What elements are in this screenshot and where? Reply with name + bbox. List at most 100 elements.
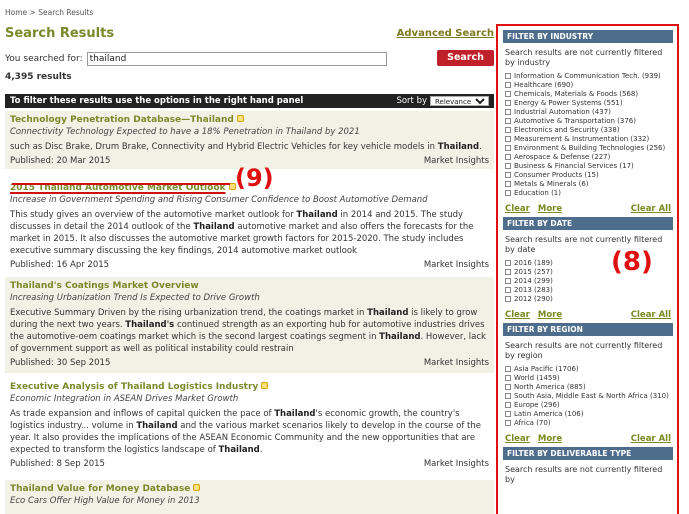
region-filter-option[interactable]: Europe (296) bbox=[503, 401, 673, 410]
industry-filter-option[interactable]: Metals & Minerals (6) bbox=[503, 180, 673, 189]
search-label: You searched for: bbox=[5, 54, 83, 64]
industry-filter-option[interactable]: Measurement & Instrumentation (332) bbox=[503, 135, 673, 144]
checkbox[interactable] bbox=[505, 127, 511, 133]
clear-all-link[interactable]: Clear All bbox=[631, 204, 671, 214]
main-content: Home > Search Results Search Results Adv… bbox=[0, 0, 494, 514]
checkbox[interactable] bbox=[505, 172, 511, 178]
date-filter-option[interactable]: 2013 (283) bbox=[503, 286, 673, 295]
option-label: 2016 (189) bbox=[514, 259, 553, 267]
result-subtitle: Increase in Government Spending and Risi… bbox=[10, 195, 428, 205]
result-item: Technology Penetration Database—Thailand… bbox=[5, 111, 494, 169]
result-footer: Published: 30 Sep 2015 Market Insights bbox=[10, 357, 489, 369]
industry-filter-option[interactable]: Automotive & Transportation (376) bbox=[503, 117, 673, 126]
region-filter-option[interactable]: Latin America (106) bbox=[503, 410, 673, 419]
option-label: Asia Pacific (1706) bbox=[514, 365, 579, 373]
checkbox[interactable] bbox=[505, 145, 511, 151]
checkbox[interactable] bbox=[505, 163, 511, 169]
more-link[interactable]: More bbox=[538, 310, 562, 320]
lock-icon bbox=[261, 382, 269, 389]
checkbox[interactable] bbox=[505, 296, 511, 302]
lock-icon bbox=[193, 484, 201, 491]
more-link[interactable]: More bbox=[538, 434, 562, 444]
checkbox[interactable] bbox=[505, 366, 511, 372]
industry-filter-option[interactable]: Aerospace & Defense (227) bbox=[503, 153, 673, 162]
date-filter-option[interactable]: 2012 (290) bbox=[503, 295, 673, 304]
result-item: Executive Analysis of Thailand Logistics… bbox=[5, 378, 494, 476]
result-title[interactable]: Executive Analysis of Thailand Logistics… bbox=[10, 382, 258, 392]
result-subtitle: Increasing Urbanization Trend Is Expecte… bbox=[10, 293, 260, 303]
filter-deliverable-heading: FILTER BY DELIVERABLE TYPE bbox=[503, 447, 673, 460]
checkbox[interactable] bbox=[505, 154, 511, 160]
checkbox[interactable] bbox=[505, 287, 511, 293]
clear-all-link[interactable]: Clear All bbox=[631, 310, 671, 320]
option-label: Industrial Automation (437) bbox=[514, 108, 611, 116]
checkbox[interactable] bbox=[505, 411, 511, 417]
filter-region-heading: FILTER BY REGION bbox=[503, 323, 673, 336]
filter-deliverable-note: Search results are not currently filtere… bbox=[505, 465, 663, 484]
option-label: Africa (70) bbox=[514, 419, 551, 427]
checkbox[interactable] bbox=[505, 260, 511, 266]
checkbox[interactable] bbox=[505, 82, 511, 88]
region-filter-option[interactable]: South Asia, Middle East & North Africa (… bbox=[503, 392, 673, 401]
option-label: South Asia, Middle East & North Africa (… bbox=[514, 392, 669, 400]
industry-filter-option[interactable]: Consumer Products (15) bbox=[503, 171, 673, 180]
industry-filter-option[interactable]: Business & Financial Services (17) bbox=[503, 162, 673, 171]
checkbox[interactable] bbox=[505, 181, 511, 187]
search-row: You searched for: bbox=[5, 52, 387, 66]
result-title[interactable]: Technology Penetration Database—Thailand bbox=[10, 115, 234, 125]
checkbox[interactable] bbox=[505, 100, 511, 106]
checkbox[interactable] bbox=[505, 384, 511, 390]
region-filter-option[interactable]: Asia Pacific (1706) bbox=[503, 365, 673, 374]
checkbox[interactable] bbox=[505, 91, 511, 97]
checkbox[interactable] bbox=[505, 375, 511, 381]
result-source: Market Insights bbox=[423, 459, 489, 469]
industry-filter-option[interactable]: Healthcare (690) bbox=[503, 81, 673, 90]
option-label: Consumer Products (15) bbox=[514, 171, 599, 179]
industry-filter-option[interactable]: Industrial Automation (437) bbox=[503, 108, 673, 117]
option-label: Metals & Minerals (6) bbox=[514, 180, 589, 188]
sort-label: Sort by bbox=[396, 96, 427, 106]
search-button[interactable]: Search bbox=[437, 50, 494, 66]
date-links: Clear More Clear All bbox=[505, 310, 671, 320]
clear-all-link[interactable]: Clear All bbox=[631, 434, 671, 444]
region-links: Clear More Clear All bbox=[505, 434, 671, 444]
clear-link[interactable]: Clear bbox=[505, 204, 530, 214]
option-label: North America (885) bbox=[514, 383, 586, 391]
industry-filter-option[interactable]: Environment & Building Technologies (256… bbox=[503, 144, 673, 153]
checkbox[interactable] bbox=[505, 420, 511, 426]
result-title[interactable]: Thailand Value for Money Database bbox=[10, 484, 190, 494]
clear-link[interactable]: Clear bbox=[505, 310, 530, 320]
breadcrumb-current: Search Results bbox=[38, 8, 94, 17]
checkbox[interactable] bbox=[505, 118, 511, 124]
checkbox[interactable] bbox=[505, 278, 511, 284]
region-filter-option[interactable]: Africa (70) bbox=[503, 419, 673, 428]
industry-filter-option[interactable]: Energy & Power Systems (551) bbox=[503, 99, 673, 108]
result-footer: Published: 8 Sep 2015 Market Insights bbox=[10, 458, 489, 470]
breadcrumb-home[interactable]: Home bbox=[5, 8, 27, 17]
date-filter-option[interactable]: 2014 (299) bbox=[503, 277, 673, 286]
region-filter-option[interactable]: North America (885) bbox=[503, 383, 673, 392]
industry-links: Clear More Clear All bbox=[505, 204, 671, 214]
checkbox[interactable] bbox=[505, 402, 511, 408]
clear-link[interactable]: Clear bbox=[505, 434, 530, 444]
checkbox[interactable] bbox=[505, 190, 511, 196]
more-link[interactable]: More bbox=[538, 204, 562, 214]
result-title[interactable]: Thailand's Coatings Market Overview bbox=[10, 281, 199, 291]
checkbox[interactable] bbox=[505, 73, 511, 79]
checkbox[interactable] bbox=[505, 393, 511, 399]
option-label: Energy & Power Systems (551) bbox=[514, 99, 623, 107]
industry-filter-option[interactable]: Electronics and Security (338) bbox=[503, 126, 673, 135]
option-label: Information & Communication Tech. (939) bbox=[514, 72, 661, 80]
filter-panel: FILTER BY INDUSTRY Search results are no… bbox=[496, 24, 679, 514]
advanced-search-link[interactable]: Advanced Search bbox=[397, 28, 494, 39]
checkbox[interactable] bbox=[505, 269, 511, 275]
industry-filter-option[interactable]: Education (1) bbox=[503, 189, 673, 198]
search-input[interactable] bbox=[86, 52, 387, 66]
industry-filter-option[interactable]: Information & Communication Tech. (939) bbox=[503, 72, 673, 81]
sort-select[interactable]: Relevance bbox=[430, 96, 489, 106]
checkbox[interactable] bbox=[505, 136, 511, 142]
industry-filter-option[interactable]: Chemicals, Materials & Foods (568) bbox=[503, 90, 673, 99]
region-filter-option[interactable]: World (1459) bbox=[503, 374, 673, 383]
checkbox[interactable] bbox=[505, 109, 511, 115]
breadcrumb-separator: > bbox=[27, 8, 39, 17]
